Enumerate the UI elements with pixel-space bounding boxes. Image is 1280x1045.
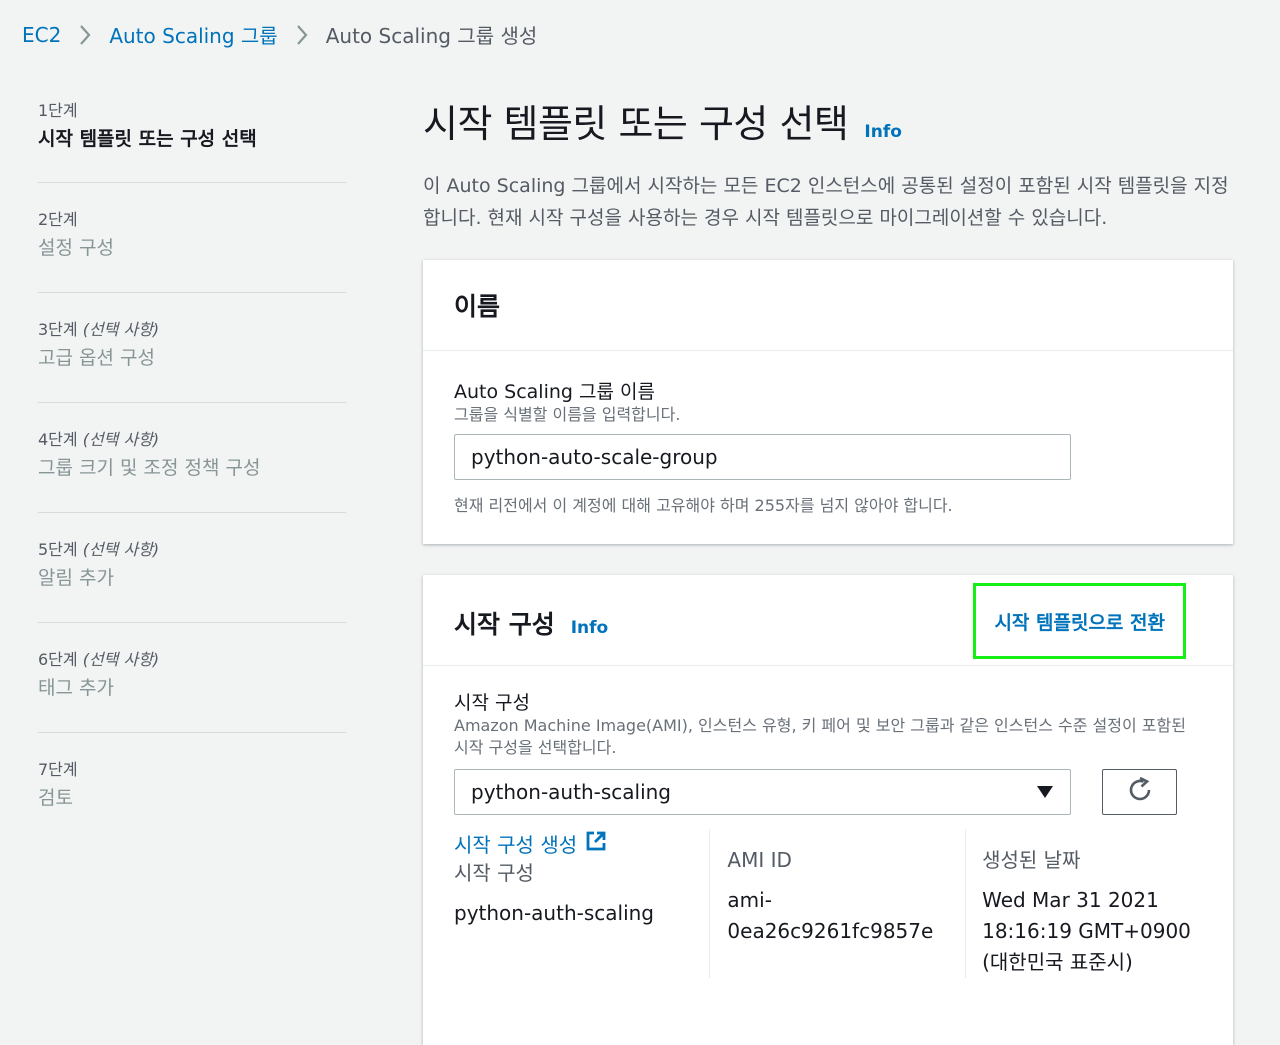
detail-value-launch-config: python-auth-scaling	[454, 901, 654, 925]
detail-value-ami-id: ami- 0ea26c9261fc9857e	[727, 888, 934, 943]
step-optional: (선택 사항)	[82, 430, 160, 449]
step-optional: (선택 사항)	[82, 320, 160, 339]
refresh-icon	[1126, 776, 1154, 808]
step-title: 알림 추가	[38, 567, 114, 589]
step-number: 1단계	[38, 101, 78, 120]
step-1[interactable]: 1단계 시작 템플릿 또는 구성 선택	[38, 98, 346, 183]
step-2: 2단계 설정 구성	[38, 183, 346, 293]
step-number: 2단계	[38, 210, 78, 229]
info-link[interactable]: Info	[864, 122, 902, 142]
step-title: 고급 옵션 구성	[38, 347, 155, 369]
chevron-right-icon	[79, 24, 91, 46]
detail-key-ami-id: AMI ID	[727, 848, 792, 872]
page-description: 이 Auto Scaling 그룹에서 시작하는 모든 EC2 인스턴스에 공통…	[423, 175, 1229, 229]
step-title: 시작 템플릿 또는 구성 선택	[38, 128, 257, 150]
step-6: 6단계 (선택 사항) 태그 추가	[38, 623, 346, 733]
select-value: python-auth-scaling	[471, 780, 671, 804]
chevron-right-icon	[296, 24, 308, 46]
step-number: 5단계 (선택 사항)	[38, 540, 160, 559]
page-header: 시작 템플릿 또는 구성 선택 Info	[423, 98, 1233, 150]
launch-panel-header: 시작 구성 Info 시작 템플릿으로 전환	[423, 575, 1233, 666]
group-name-input[interactable]: python-auto-scale-group	[454, 434, 1071, 480]
name-panel-header: 이름	[423, 260, 1233, 351]
breadcrumb: EC2 Auto Scaling 그룹 Auto Scaling 그룹 생성	[22, 20, 537, 49]
step-number: 4단계 (선택 사항)	[38, 430, 160, 449]
detail-key-launch-config: 시작 구성	[454, 861, 534, 885]
group-name-label: Auto Scaling 그룹 이름	[454, 381, 655, 403]
group-name-description: 그룹을 식별할 이름을 입력합니다.	[454, 405, 681, 424]
step-number: 3단계 (선택 사항)	[38, 320, 160, 339]
step-title: 태그 추가	[38, 677, 114, 699]
breadcrumb-ec2[interactable]: EC2	[22, 23, 61, 47]
external-link-icon	[585, 830, 607, 857]
step-optional: (선택 사항)	[82, 650, 160, 669]
launch-configuration-panel: 시작 구성 Info 시작 템플릿으로 전환 시작 구성 Amazon Mach…	[423, 575, 1233, 1045]
refresh-button[interactable]	[1102, 769, 1177, 815]
step-4: 4단계 (선택 사항) 그룹 크기 및 조정 정책 구성	[38, 403, 346, 513]
create-launch-config-link[interactable]: 시작 구성 생성	[454, 829, 607, 858]
group-name-constraint: 현재 리전에서 이 계정에 대해 고유해야 하며 255자를 넘지 않아야 합니…	[454, 496, 953, 515]
detail-key-created-date: 생성된 날짜	[982, 848, 1081, 872]
detail-value-created-date: Wed Mar 31 2021 18:16:19 GMT+0900 (대한민국 …	[982, 888, 1191, 974]
name-panel: 이름 Auto Scaling 그룹 이름 그룹을 식별할 이름을 입력합니다.…	[423, 260, 1233, 544]
main-content: 시작 템플릿 또는 구성 선택 Info 이 Auto Scaling 그룹에서…	[423, 98, 1233, 1045]
launch-config-description: Amazon Machine Image(AMI), 인스턴스 유형, 키 페어…	[454, 716, 1186, 757]
launch-config-select[interactable]: python-auth-scaling	[454, 769, 1071, 815]
breadcrumb-auto-scaling-groups[interactable]: Auto Scaling 그룹	[109, 20, 277, 49]
wizard-steps: 1단계 시작 템플릿 또는 구성 선택 2단계 설정 구성 3단계 (선택 사항…	[38, 98, 346, 843]
step-3: 3단계 (선택 사항) 고급 옵션 구성	[38, 293, 346, 403]
step-5: 5단계 (선택 사항) 알림 추가	[38, 513, 346, 623]
step-title: 그룹 크기 및 조정 정책 구성	[38, 457, 261, 479]
launch-config-label: 시작 구성	[454, 692, 530, 714]
breadcrumb-current: Auto Scaling 그룹 생성	[325, 24, 538, 48]
step-title: 검토	[38, 787, 73, 809]
step-title: 설정 구성	[38, 237, 114, 259]
step-optional: (선택 사항)	[82, 540, 160, 559]
panel-title: 이름	[454, 292, 501, 321]
switch-to-launch-template-button[interactable]: 시작 템플릿으로 전환	[973, 583, 1186, 659]
info-link[interactable]: Info	[571, 618, 609, 638]
page-title: 시작 템플릿 또는 구성 선택	[423, 102, 849, 146]
step-7: 7단계 검토	[38, 733, 346, 843]
step-number: 6단계 (선택 사항)	[38, 650, 160, 669]
step-number: 7단계	[38, 760, 78, 779]
caret-down-icon	[1036, 780, 1054, 804]
panel-title: 시작 구성	[454, 610, 555, 639]
